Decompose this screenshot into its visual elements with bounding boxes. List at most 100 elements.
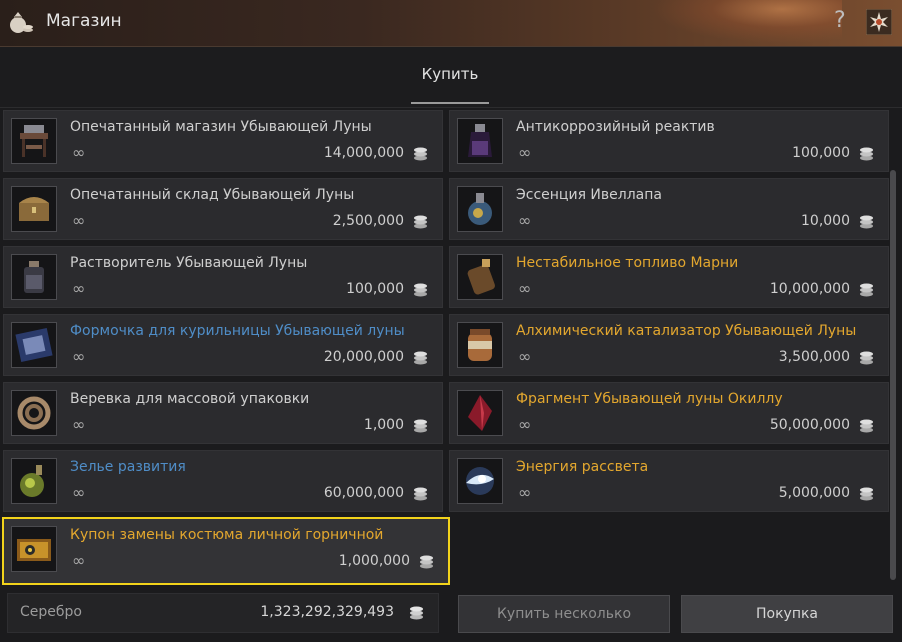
item-price: 50,000,000 [769, 417, 850, 433]
item-name: Опечатанный склад Убывающей Луны [70, 187, 355, 203]
silver-coin-icon [860, 351, 873, 365]
item-name: Веревка для массовой упаковки [70, 391, 310, 407]
silver-coin-icon [860, 419, 873, 433]
item-name: Купон замены костюма личной горничной [70, 527, 384, 543]
shop-item[interactable]: Растворитель Убывающей Луны ∞ 100,000 [3, 246, 443, 308]
buy-button[interactable]: Покупка [681, 595, 893, 633]
silver-coin-icon [414, 215, 427, 229]
shop-stand-icon [20, 125, 48, 157]
item-price: 20,000,000 [323, 349, 404, 365]
item-name: Фрагмент Убывающей луны Окиллу [516, 391, 783, 407]
title-bar: Магазин ? [0, 0, 902, 47]
shop-item[interactable]: Эссенция Ивеллапа ∞ 10,000 [449, 178, 889, 240]
scrollbar[interactable] [890, 170, 896, 580]
item-thumbnail [11, 118, 57, 164]
energy-icon [466, 467, 494, 495]
infinity-limit: ∞ [518, 415, 532, 434]
silver-coin-icon [860, 147, 873, 161]
item-name: Растворитель Убывающей Луны [70, 255, 308, 271]
item-price: 10,000 [801, 213, 850, 229]
item-thumbnail [11, 254, 57, 300]
item-price: 100,000 [792, 145, 850, 161]
item-name: Нестабильное топливо Марни [516, 255, 739, 271]
silver-coin-icon [860, 487, 873, 501]
silver-value: 1,323,292,329,493 [260, 604, 394, 620]
item-thumbnail [457, 458, 503, 504]
infinity-limit: ∞ [72, 143, 86, 162]
reagent-icon [468, 124, 492, 157]
item-price: 2,500,000 [332, 213, 404, 229]
shop-item[interactable]: Антикоррозийный реактив ∞ 100,000 [449, 110, 889, 172]
item-name: Формочка для курильницы Убывающей луны [70, 323, 405, 339]
emblem-icon[interactable] [866, 9, 892, 35]
item-thumbnail [11, 390, 57, 436]
item-name: Опечатанный магазин Убывающей Луны [70, 119, 372, 135]
infinity-limit: ∞ [518, 211, 532, 230]
item-name: Антикоррозийный реактив [516, 119, 715, 135]
fuel-icon [467, 259, 495, 295]
shop-item[interactable]: Энергия рассвета ∞ 5,000,000 [449, 450, 889, 512]
item-thumbnail [11, 186, 57, 232]
shop-item[interactable]: Фрагмент Убывающей луны Окиллу ∞ 50,000,00… [449, 382, 889, 444]
bottle-icon [24, 261, 44, 293]
silver-coin-icon [414, 419, 427, 433]
essence-icon [468, 193, 492, 225]
infinity-limit: ∞ [72, 347, 86, 366]
silver-coin-icon [414, 147, 427, 161]
shop-item[interactable]: Зелье развития ∞ 60,000,000 [3, 450, 443, 512]
infinity-limit: ∞ [72, 279, 86, 298]
silver-coin-icon [414, 351, 427, 365]
item-price: 5,000,000 [778, 485, 850, 501]
item-thumbnail [457, 254, 503, 300]
item-price: 3,500,000 [778, 349, 850, 365]
potion-icon [20, 465, 44, 497]
item-thumbnail [457, 186, 503, 232]
tab-buy[interactable]: Купить [411, 65, 489, 83]
tab-bar: Купить [0, 47, 902, 108]
infinity-limit: ∞ [72, 483, 86, 502]
item-thumbnail [457, 322, 503, 368]
silver-coin-icon [414, 283, 427, 297]
item-price: 10,000,000 [769, 281, 850, 297]
silver-coin-icon [420, 555, 433, 569]
silver-coin-icon [860, 215, 873, 229]
help-icon[interactable]: ? [834, 8, 846, 33]
shop-item[interactable]: Формочка для курильницы Убывающей луны ∞ 2… [3, 314, 443, 376]
cloud-ornament [642, 0, 842, 46]
shop-item[interactable]: Опечатанный склад Убывающей Луны ∞ 2,500,0… [3, 178, 443, 240]
infinity-limit: ∞ [72, 211, 86, 230]
money-bag-icon [10, 12, 33, 33]
item-price: 100,000 [346, 281, 404, 297]
buy-multiple-button[interactable]: Купить несколько [458, 595, 670, 633]
shop-item[interactable]: Алхимический катализатор Убывающей Луны ∞… [449, 314, 889, 376]
item-price: 1,000,000 [338, 553, 410, 569]
item-thumbnail [457, 118, 503, 164]
chest-icon [19, 197, 49, 221]
silver-coin-icon [860, 283, 873, 297]
shop-item[interactable]: Опечатанный магазин Убывающей Луны ∞ 14,00… [3, 110, 443, 172]
crystal-icon [468, 395, 492, 431]
silver-label: Серебро [20, 604, 82, 620]
jar-icon [468, 329, 492, 361]
infinity-limit: ∞ [518, 279, 532, 298]
infinity-limit: ∞ [518, 483, 532, 502]
item-name: Алхимический катализатор Убывающей Луны [516, 323, 857, 339]
infinity-limit: ∞ [518, 143, 532, 162]
silver-coin-icon [410, 606, 423, 620]
item-thumbnail [11, 526, 57, 572]
infinity-limit: ∞ [518, 347, 532, 366]
item-price: 1,000 [363, 417, 404, 433]
item-name: Эссенция Ивеллапа [516, 187, 662, 203]
item-name: Энергия рассвета [516, 459, 649, 475]
shop-item[interactable]: Нестабильное топливо Марни ∞ 10,000,000 [449, 246, 889, 308]
tab-active-indicator [411, 102, 489, 104]
shop-item[interactable]: Веревка для массовой упаковки ∞ 1,000 [3, 382, 443, 444]
silver-coin-icon [414, 487, 427, 501]
rope-icon [17, 396, 51, 430]
item-price: 14,000,000 [323, 145, 404, 161]
infinity-limit: ∞ [72, 551, 86, 570]
item-price: 60,000,000 [323, 485, 404, 501]
item-thumbnail [11, 458, 57, 504]
shop-item[interactable]: Купон замены костюма личной горничной ∞ 1,… [2, 517, 450, 585]
silver-balance: Серебро 1,323,292,329,493 [7, 593, 439, 633]
